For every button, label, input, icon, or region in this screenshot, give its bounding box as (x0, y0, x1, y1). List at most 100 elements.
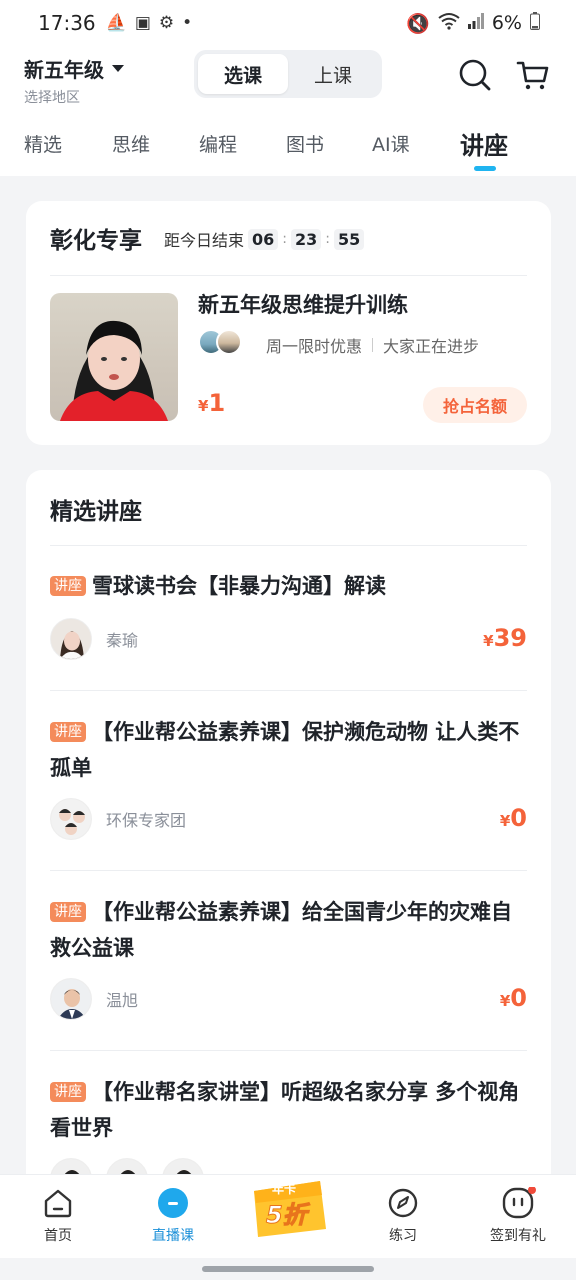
lecture-title-text: 【作业帮公益素养课】保护濒危动物 让人类不孤单 (50, 720, 520, 780)
status-time: 17:36 (38, 11, 96, 35)
tab-thinking[interactable]: 思维 (112, 130, 150, 157)
nav-checkin[interactable]: 签到有礼 (463, 1187, 573, 1245)
teacher-name: 温旭 (106, 991, 139, 1010)
nav-label: 签到有礼 (490, 1228, 546, 1244)
caret-down-icon (112, 65, 124, 72)
promo-tags: 周一限时优惠 大家正在进步 (266, 333, 479, 357)
section-title: 精选讲座 (50, 499, 142, 525)
course-cover-image[interactable] (50, 293, 178, 421)
tab-programming[interactable]: 编程 (199, 130, 237, 157)
lecture-item[interactable]: 讲座 【作业帮公益素养课】给全国青少年的灾难自救公益课 温旭 ¥0 (50, 894, 527, 1064)
countdown: 距今日结束 06 : 23 : 55 (164, 227, 365, 251)
signal-icon (467, 12, 484, 34)
tab-featured[interactable]: 精选 (24, 130, 62, 157)
countdown-seconds: 55 (333, 228, 365, 250)
divider (50, 1050, 527, 1051)
tab-books[interactable]: 图书 (286, 130, 324, 157)
grab-seat-button[interactable]: 抢占名额 (423, 387, 527, 423)
tab-active-indicator (474, 166, 496, 171)
mute-icon: 🔇 (406, 12, 430, 35)
teacher-avatar (50, 978, 92, 1020)
lecture-title: 讲座 【作业帮公益素养课】给全国青少年的灾难自救公益课 (50, 894, 527, 966)
grade-label: 新五年级 (24, 58, 104, 82)
divider (50, 545, 527, 546)
lecture-title: 讲座 【作业帮公益素养课】保护濒危动物 让人类不孤单 (50, 714, 527, 786)
wifi-icon (438, 12, 460, 35)
divider (50, 690, 527, 691)
teacher-name: 环保专家团 (106, 811, 187, 830)
lecture-item[interactable]: 讲座 【作业帮公益素养课】保护濒危动物 让人类不孤单 环保专家团 ¥0 (50, 714, 527, 884)
lecture-price: ¥0 (500, 804, 527, 832)
search-icon[interactable] (458, 58, 492, 92)
mode-switch: 选课 上课 (194, 50, 382, 98)
lecture-badge: 讲座 (50, 722, 86, 742)
price-value: 1 (208, 389, 226, 417)
teacher-info: 秦瑜 (50, 618, 138, 660)
lecture-title: 讲座 雪球读书会【非暴力沟通】解读 (50, 568, 527, 604)
lecture-badge: 讲座 (50, 1082, 86, 1102)
home-icon (44, 1189, 72, 1218)
switch-select-course[interactable]: 选课 (198, 54, 288, 94)
lecture-badge: 讲座 (50, 576, 86, 596)
promo-tag: 周一限时优惠 (266, 337, 363, 356)
teacher-info: 环保专家团 (50, 798, 186, 840)
teacher-name: 秦瑜 (106, 631, 139, 650)
sailboat-icon: ⛵ (105, 13, 127, 33)
divider (50, 870, 527, 871)
battery-icon (530, 11, 540, 35)
battery-percent: 6% (491, 12, 522, 34)
countdown-separator: : (282, 231, 287, 247)
currency-symbol: ¥ (499, 992, 511, 1010)
lecture-price: ¥0 (500, 984, 527, 1012)
featured-lectures-card: 精选讲座 讲座 雪球读书会【非暴力沟通】解读 秦瑜 ¥39 讲座 【作业帮公益素养课… (26, 470, 551, 1210)
lecture-title-text: 【作业帮公益素养课】给全国青少年的灾难自救公益课 (50, 900, 512, 960)
currency-symbol: ¥ (483, 632, 494, 650)
divider (50, 275, 527, 276)
tab-ai-course[interactable]: AI课 (372, 130, 410, 157)
status-bar: 17:36 ⛵ ▣ ⚙ • 🔇 6% (0, 0, 576, 46)
nav-practice[interactable]: 练习 (348, 1187, 458, 1245)
lecture-item[interactable]: 讲座 雪球读书会【非暴力沟通】解读 秦瑜 ¥39 (50, 568, 527, 738)
switch-attend-class[interactable]: 上课 (288, 54, 378, 94)
cart-icon[interactable] (516, 58, 550, 92)
tab-lectures[interactable]: 讲座 (460, 126, 508, 161)
status-notification-icons: ⛵ ▣ ⚙ • (106, 13, 193, 33)
tag-separator (372, 338, 374, 352)
currency-symbol: ¥ (499, 812, 511, 830)
bottom-navigation: 首页 直播课 年卡 5折 练习 签到有礼 (0, 1174, 576, 1258)
promo-tag: 大家正在进步 (383, 337, 480, 356)
live-class-icon (158, 1188, 188, 1218)
nav-live-class[interactable]: 直播课 (118, 1187, 228, 1245)
currency-symbol: ¥ (198, 397, 209, 415)
teacher-avatar (50, 798, 92, 840)
dot-icon: • (182, 13, 193, 33)
practice-icon (388, 1188, 418, 1218)
year-card-promo-icon: 年卡 5折 (254, 1181, 326, 1237)
price-value: 39 (493, 624, 527, 652)
nav-home[interactable]: 首页 (3, 1187, 113, 1245)
grade-selector[interactable]: 新五年级 选择地区 (24, 54, 124, 107)
countdown-minutes: 23 (291, 228, 322, 250)
nav-label: 直播课 (152, 1228, 194, 1244)
avatar (216, 329, 242, 355)
app-header: 新五年级 选择地区 选课 上课 精选 思维 编程 图书 AI课 讲座 (0, 46, 576, 176)
price-value: 0 (510, 804, 527, 832)
image-icon: ▣ (134, 13, 151, 33)
region-hint: 选择地区 (24, 90, 80, 106)
nav-label: 首页 (44, 1228, 72, 1244)
settings-icon: ⚙ (158, 13, 175, 33)
category-tabs: 精选 思维 编程 图书 AI课 讲座 (0, 116, 576, 176)
countdown-separator: : (325, 231, 330, 247)
home-indicator[interactable] (202, 1266, 374, 1272)
exclusive-offer-card[interactable]: 彰化专享 距今日结束 06 : 23 : 55 新五年级思维提升训练 周一限时优… (26, 201, 551, 445)
price-value: 0 (510, 984, 527, 1012)
countdown-hours: 06 (248, 228, 279, 250)
promo-title: 彰化专享 (50, 228, 142, 254)
lecture-title-text: 【作业帮名家讲堂】听超级名家分享 多个视角看世界 (50, 1080, 520, 1140)
promo-badge-main: 5折 (266, 1201, 311, 1229)
lecture-price: ¥39 (483, 624, 527, 652)
nav-year-card-promo[interactable]: 年卡 5折 (233, 1171, 343, 1243)
lecture-badge: 讲座 (50, 902, 86, 922)
promo-course-title: 新五年级思维提升训练 (198, 293, 408, 317)
checkin-icon (502, 1187, 536, 1219)
